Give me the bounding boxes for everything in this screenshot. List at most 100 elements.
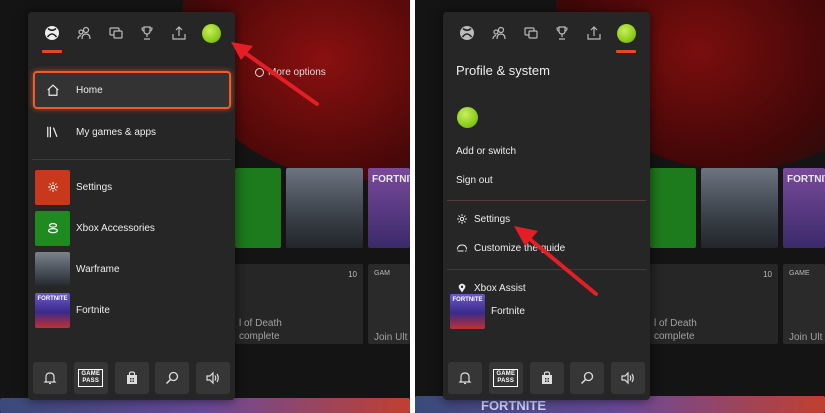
background-join-text: Join Ult (789, 332, 823, 343)
background-death-text: l of Death (654, 318, 697, 329)
parties-chat-icon[interactable] (520, 22, 542, 44)
settings-gear-icon (47, 182, 58, 192)
background-tile-achievement: 10 l of Death complete (650, 264, 778, 344)
background-tile-accessories (235, 168, 281, 248)
background-tile-join: GAM Join Ult (368, 264, 410, 344)
store-button[interactable] (114, 362, 149, 394)
guide-topbar (443, 12, 650, 54)
background-tile-warframe (286, 168, 363, 248)
sign-out-label: Sign out (456, 174, 493, 186)
guide-panel-left: Home My games & apps Settings Xbox Acces… (28, 12, 235, 400)
trophy-icon[interactable] (551, 22, 573, 44)
background-tile-fortnite: FORTNITE (368, 168, 410, 248)
search-button[interactable] (570, 362, 605, 394)
background-death-text: l of Death (239, 318, 282, 329)
game-pass-button[interactable]: GAME PASS (73, 362, 108, 394)
share-upload-icon[interactable] (583, 22, 605, 44)
speaker-icon (621, 371, 634, 385)
speaker-icon (206, 371, 219, 385)
notifications-button[interactable] (33, 362, 67, 394)
background-complete-text: complete (239, 331, 280, 342)
menu-add-or-switch[interactable]: Add or switch (443, 142, 650, 160)
settings-gear-icon (457, 214, 467, 224)
bell-icon (43, 372, 57, 385)
store-bag-icon (541, 371, 552, 384)
guide-bottom-bar: GAME PASS (448, 362, 645, 394)
parties-chat-icon[interactable] (105, 22, 127, 44)
game-pass-line1: GAME (81, 371, 101, 377)
recent-warframe-label: Warframe (76, 263, 120, 275)
xbox-icon[interactable] (456, 22, 478, 44)
xbox-icon[interactable] (41, 22, 63, 53)
audio-button[interactable] (196, 362, 230, 394)
game-pass-icon: GAME PASS (78, 369, 104, 387)
people-icon[interactable] (488, 22, 510, 44)
background-tile-warframe (701, 168, 778, 248)
background-fortnite-banner: FORTNITE (481, 398, 546, 413)
search-button[interactable] (155, 362, 190, 394)
menu-home-label: Home (76, 84, 103, 96)
active-tab-underline (616, 50, 637, 53)
recent-item-settings[interactable]: Settings (28, 169, 235, 205)
store-button[interactable] (529, 362, 564, 394)
profile-avatar[interactable] (200, 22, 222, 44)
guide-panel-right: Profile & system Add or switch Sign out … (443, 12, 650, 400)
recent-item-warframe[interactable]: Warframe (28, 251, 235, 287)
profile-avatar-large (457, 107, 478, 128)
background-strip-bottom (0, 398, 410, 413)
annotation-arrow-left (231, 42, 319, 106)
background-fortnite-text: FORTNITE (787, 174, 825, 185)
settings-label: Settings (474, 213, 511, 225)
menu-sign-out[interactable]: Sign out (443, 171, 650, 189)
fortnite-thumbnail: FORTNITE (35, 292, 70, 328)
recent-settings-label: Settings (76, 181, 113, 193)
fortnite-thumb-text: FORTNITE (452, 296, 483, 303)
avatar-ball-icon (201, 23, 221, 43)
background-complete-text: complete (654, 331, 695, 342)
customize-guide-icon (457, 244, 467, 252)
settings-tile (35, 169, 70, 205)
menu-my-games-apps-label: My games & apps (76, 126, 157, 138)
background-tile-fortnite: FORTNITE (783, 168, 825, 248)
background-gam-text: GAM (374, 270, 390, 277)
home-icon (47, 84, 59, 96)
recent-item-fortnite[interactable]: FORTNITE Fortnite (28, 292, 235, 328)
profile-avatar[interactable] (615, 22, 637, 53)
share-upload-icon[interactable] (168, 22, 190, 44)
add-switch-label: Add or switch (456, 145, 517, 157)
avatar-ball-icon (616, 23, 636, 43)
game-pass-button[interactable]: GAME PASS (488, 362, 523, 394)
recent-fortnite-label: Fortnite (76, 304, 110, 316)
trophy-icon[interactable] (136, 22, 158, 44)
people-icon[interactable] (73, 22, 95, 44)
notifications-button[interactable] (448, 362, 482, 394)
menu-home[interactable]: Home (28, 71, 235, 109)
fortnite-label: Fortnite (491, 305, 525, 317)
background-tile-accessories (650, 168, 696, 248)
store-bag-icon (126, 371, 137, 384)
game-pass-line2: PASS (497, 378, 515, 384)
audio-button[interactable] (611, 362, 645, 394)
search-icon (581, 371, 594, 385)
background-tile-join: GAME Join Ult (783, 264, 825, 344)
game-pass-line2: PASS (82, 378, 100, 384)
menu-divider-accent (447, 200, 646, 201)
warframe-thumbnail (35, 251, 70, 287)
accessories-tile (35, 210, 70, 246)
menu-divider (32, 159, 231, 160)
game-pass-icon: GAME PASS (493, 369, 519, 387)
recent-item-xbox-accessories[interactable]: Xbox Accessories (28, 210, 235, 246)
background-tile-achievement: 10 l of Death complete (235, 264, 363, 344)
screenshot-root: FORTNITE 10 l of Death complete GAM Join… (0, 0, 825, 413)
profile-system-heading: Profile & system (456, 63, 550, 78)
fortnite-thumb-text: FORTNITE (37, 295, 68, 302)
game-pass-line1: GAME (496, 371, 516, 377)
active-tab-underline (41, 50, 62, 53)
background-fortnite-text: FORTNITE (372, 174, 410, 185)
menu-my-games-apps[interactable]: My games & apps (28, 114, 235, 150)
library-icon (47, 126, 58, 138)
guide-bottom-bar: GAME PASS (33, 362, 230, 394)
annotation-arrow-right (514, 226, 598, 296)
background-join-text: Join Ult (374, 332, 408, 343)
fortnite-thumbnail: FORTNITE (450, 293, 485, 329)
